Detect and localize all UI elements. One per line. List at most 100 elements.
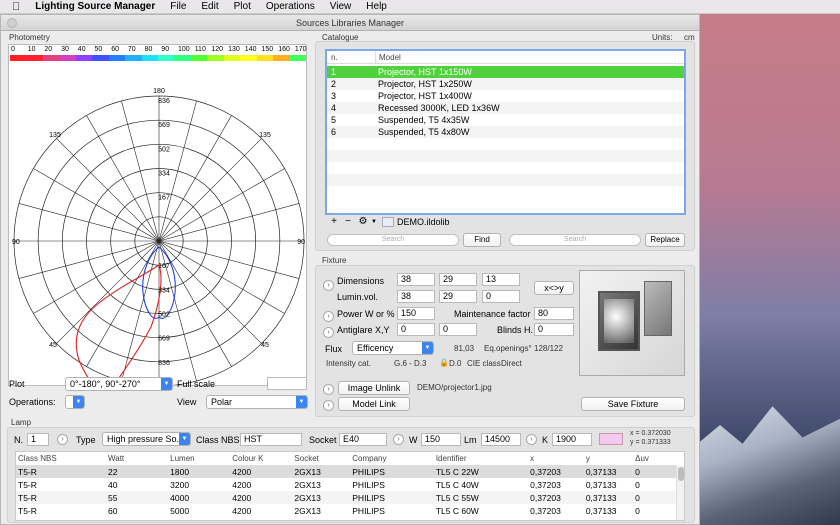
catalogue-row[interactable]	[327, 162, 684, 174]
row-number: 5	[331, 115, 337, 125]
menu-view[interactable]: View	[330, 1, 352, 12]
scale-color-segment	[223, 55, 241, 61]
lamp-col-header[interactable]: Company	[350, 452, 434, 466]
lamp-col-header[interactable]: Lumen	[168, 452, 231, 466]
catalogue-row[interactable]	[327, 186, 684, 198]
add-icon[interactable]: +	[327, 216, 341, 227]
lamp-table-scrollbar[interactable]	[676, 466, 684, 520]
polar-label: 180	[153, 88, 165, 95]
apple-icon[interactable]: 	[12, 1, 20, 13]
lumen-info-icon[interactable]: ›	[526, 434, 537, 445]
lamp-type-label: Type	[76, 435, 96, 445]
blinds-field[interactable]: 0	[534, 323, 574, 336]
model-link-button[interactable]: Model Link	[338, 397, 410, 411]
search-input-2[interactable]: Search	[509, 234, 641, 246]
dimension-x[interactable]: 38	[397, 273, 435, 286]
lumin-z[interactable]: 0	[482, 290, 520, 303]
lumin-y[interactable]: 29	[439, 290, 477, 303]
plot-range-value: 0°-180°, 90°-270°	[70, 379, 141, 389]
lamp-table-row[interactable]: T5-R 40 3200 4200 2GX13 PHILIPS TL5 C 40W 0,372…	[16, 478, 676, 491]
catalogue-row[interactable]: 3 Projector, HST 1x400W	[327, 90, 684, 102]
lamp-cell: 0	[635, 479, 640, 490]
lamp-col-header[interactable]: Δuv	[633, 452, 676, 466]
lamp-table-row[interactable]: T5-R 55 4000 4200 2GX13 PHILIPS TL5 C 55W 0,372…	[16, 491, 676, 504]
lamp-col-header[interactable]: y	[583, 452, 634, 466]
lumen-field[interactable]: 14500	[481, 433, 521, 446]
catalogue-row[interactable]: 5 Suspended, T5 4x35W	[327, 114, 684, 126]
catalogue-row[interactable]: 2 Projector, HST 1x250W	[327, 78, 684, 90]
lamp-col-header[interactable]: Watt	[106, 452, 169, 466]
replace-button[interactable]: Replace	[645, 233, 685, 247]
lamp-col-header[interactable]: x	[528, 452, 584, 466]
power-field[interactable]: 150	[397, 307, 435, 320]
menu-app-name[interactable]: Lighting Source Manager	[35, 1, 155, 12]
lamp-table-row[interactable]: T5-R 22 1800 4200 2GX13 PHILIPS TL5 C 22W 0,372…	[16, 465, 676, 478]
main-window: Sources Libraries Manager Photometry 0 10…	[0, 14, 700, 525]
socket-info-icon[interactable]: ›	[393, 434, 404, 445]
antiglare-y[interactable]: 0	[439, 323, 477, 336]
menu-edit[interactable]: Edit	[201, 1, 218, 12]
view-select[interactable]: Polar ▼	[206, 395, 308, 409]
row-model: Projector, HST 1x150W	[378, 67, 472, 77]
class-nbs-label: Class NBS	[196, 435, 240, 445]
cie-class-label: CIE class	[467, 359, 501, 368]
lamp-col-header[interactable]: Socket	[292, 452, 351, 466]
operations-select[interactable]: ▼	[65, 395, 85, 409]
remove-icon[interactable]: −	[341, 216, 355, 227]
plot-range-select[interactable]: 0°-180°, 90°-270° ▼	[65, 377, 173, 391]
catalogue-row[interactable]: 4 Recessed 3000K, LED 1x36W	[327, 102, 684, 114]
power-info-icon[interactable]: ›	[323, 311, 334, 322]
scale-color-segment	[157, 55, 175, 61]
chevron-down-icon[interactable]: ▼	[371, 219, 379, 225]
col-model-header[interactable]: Model	[375, 51, 401, 64]
lumin-x[interactable]: 38	[397, 290, 435, 303]
catalogue-row[interactable]	[327, 174, 684, 186]
info-icon[interactable]: ›	[323, 280, 334, 291]
close-button[interactable]	[7, 18, 17, 28]
save-fixture-button[interactable]: Save Fixture	[581, 397, 685, 411]
class-nbs-field[interactable]: HST	[240, 433, 302, 446]
catalogue-row[interactable]: 1 Projector, HST 1x150W	[327, 66, 684, 78]
polar-label: 836	[158, 98, 170, 105]
lamp-table-row[interactable]: T5-R 60 5000 4200 2GX13 PHILIPS TL5 C 60W 0,372…	[16, 504, 676, 517]
full-scale-field[interactable]	[267, 377, 307, 390]
menu-file[interactable]: File	[170, 1, 186, 12]
antiglare-x[interactable]: 0	[397, 323, 435, 336]
catalogue-row[interactable]	[327, 150, 684, 162]
dimension-y[interactable]: 29	[439, 273, 477, 286]
maintenance-factor-field[interactable]: 80	[534, 307, 574, 320]
dimension-z[interactable]: 13	[482, 273, 520, 286]
lamp-col-header[interactable]: Colour K	[230, 452, 293, 466]
image-info-icon[interactable]: ›	[323, 384, 334, 395]
lamp-n-info-icon[interactable]: ›	[57, 434, 68, 445]
gear-icon[interactable]: ⚙	[355, 216, 371, 227]
catalogue-row[interactable]: 6 Suspended, T5 4x80W	[327, 126, 684, 138]
blinds-label: Blinds H.	[497, 325, 534, 335]
lamp-col-header[interactable]: Identifier	[433, 452, 529, 466]
watt-field[interactable]: 150	[421, 433, 461, 446]
model-info-icon[interactable]: ›	[323, 400, 334, 411]
flux-select[interactable]: Efficency ▼	[352, 341, 434, 355]
kelvin-label: K	[542, 435, 549, 445]
lamp-col-header[interactable]: Class NBS	[16, 452, 106, 466]
antiglare-info-icon[interactable]: ›	[323, 327, 334, 338]
find-button[interactable]: Find	[463, 233, 501, 247]
menu-help[interactable]: Help	[366, 1, 387, 12]
lamp-cell: PHILIPS	[352, 505, 385, 516]
catalogue-row[interactable]	[327, 138, 684, 150]
lamp-n-field[interactable]: 1	[27, 433, 49, 446]
menu-plot[interactable]: Plot	[234, 1, 251, 12]
menu-operations[interactable]: Operations	[266, 1, 315, 12]
lamp-type-select[interactable]: High pressure So... ▼	[102, 432, 191, 446]
polar-label: 334	[158, 287, 170, 294]
socket-field[interactable]: E40	[339, 433, 387, 446]
lamp-cell: TL5 C 40W	[435, 479, 479, 490]
kelvin-field[interactable]: 1900	[552, 433, 592, 446]
search-input-1[interactable]: Search	[327, 234, 459, 246]
polar-label: 167	[158, 195, 170, 202]
col-n-header[interactable]: n.	[331, 53, 338, 62]
wallpaper-mountains	[690, 406, 840, 525]
swap-xy-button[interactable]: x<>y	[534, 281, 574, 295]
image-unlink-button[interactable]: Image Unlink	[338, 381, 410, 395]
lamp-cell: 2GX13	[294, 505, 321, 516]
